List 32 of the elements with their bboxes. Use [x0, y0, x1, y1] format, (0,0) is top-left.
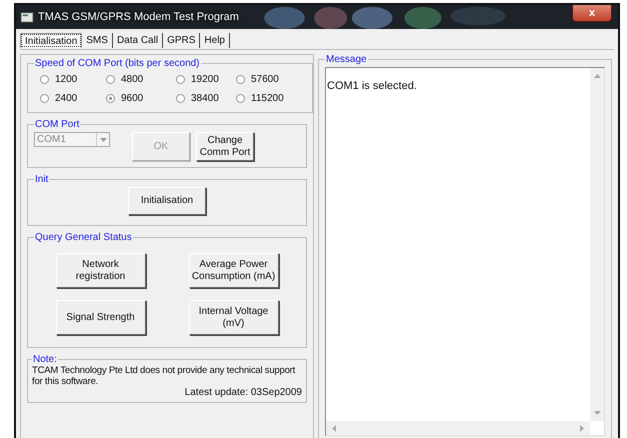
- window-title: TMAS GSM/GPRS Modem Test Program: [38, 11, 239, 23]
- left-arrow-icon: [332, 424, 336, 432]
- radio-option[interactable]: 4800: [106, 74, 176, 85]
- dialog-button[interactable]: Change Comm Port: [196, 132, 254, 161]
- initialisation-button[interactable]: Initialisation: [128, 187, 206, 215]
- note-text: TCAM Technology Pte Ltd does not provide any technical support for this software.: [32, 365, 296, 387]
- caret-icon: [100, 138, 106, 142]
- tab[interactable]: Initialisation: [20, 33, 82, 48]
- radio-option[interactable]: 38400: [176, 93, 236, 104]
- group-title: Message: [325, 54, 368, 65]
- radio-option[interactable]: 19200: [176, 74, 236, 85]
- group-title: COM Port: [34, 119, 80, 130]
- radio-option[interactable]: 1200: [40, 74, 106, 85]
- radio-option[interactable]: 57600: [236, 74, 306, 85]
- radio-option[interactable]: 2400: [40, 93, 106, 104]
- up-arrow-icon: [594, 74, 600, 78]
- close-button[interactable]: x: [572, 5, 612, 22]
- radio-option[interactable]: 9600: [106, 93, 176, 104]
- radio-option[interactable]: 115200: [236, 93, 306, 104]
- message-line: COM1 is selected.: [327, 80, 418, 92]
- query-button[interactable]: Signal Strength: [56, 300, 146, 335]
- group-title: Query General Status: [34, 232, 133, 243]
- group-title: Speed of COM Port (bits per second): [34, 58, 201, 69]
- query-button[interactable]: Average Power Consumption (mA): [188, 253, 278, 288]
- right-arrow-icon: [580, 424, 584, 432]
- query-button[interactable]: Network registration: [56, 253, 146, 288]
- group-title: Init: [34, 174, 50, 185]
- query-button[interactable]: Internal Voltage (mV): [188, 300, 278, 335]
- group-title: Note:: [32, 354, 58, 365]
- app-icon: [20, 11, 34, 23]
- down-arrow-icon: [594, 411, 600, 415]
- update-text: Latest update: 03Sep2009: [184, 387, 302, 398]
